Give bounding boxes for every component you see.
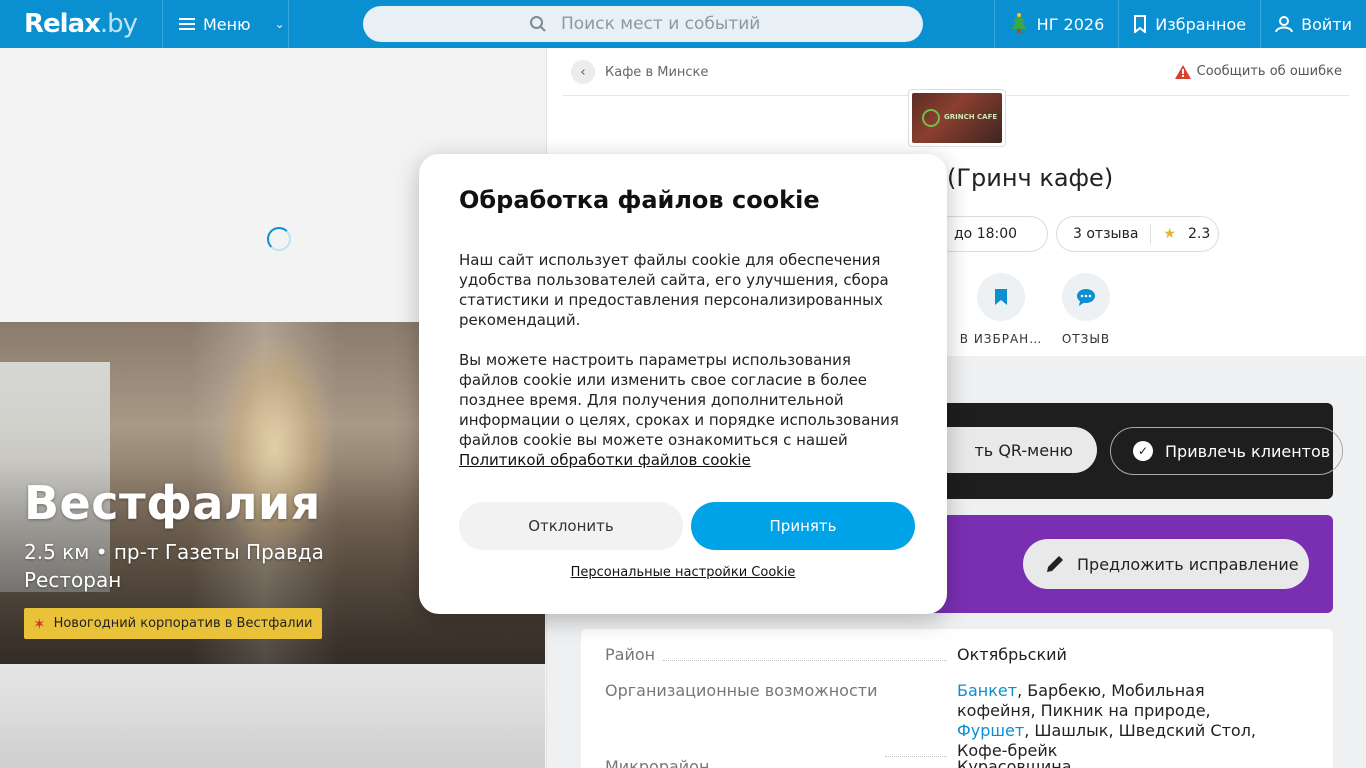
buffet-link[interactable]: Фуршет [957, 721, 1024, 740]
rating-value: 2.3 [1187, 226, 1211, 242]
new-year-label: НГ 2026 [1036, 14, 1105, 34]
divider [1150, 224, 1152, 244]
place-logo-text: GRINCH CAFE [944, 113, 998, 121]
favorites-link[interactable]: Избранное [1118, 0, 1260, 48]
accept-button[interactable]: Принять [691, 502, 915, 550]
pencil-icon [1047, 556, 1063, 572]
reviews-chip[interactable]: 3 отзыва ★ 2.3 [1056, 216, 1219, 252]
cookie-paragraph-2: Вы можете настроить параметры использова… [459, 350, 907, 470]
chat-icon [1077, 289, 1095, 306]
check-icon: ✓ [1133, 441, 1153, 461]
hours-label: до 18:00 [954, 226, 1018, 242]
place-logo[interactable]: GRINCH CAFE [908, 89, 1006, 147]
header-actions: НГ 2026 Избранное Войти [993, 0, 1366, 48]
cookie-policy-link[interactable]: Политикой обработки файлов cookie [459, 451, 751, 469]
info-value: Банкет, Барбекю, Мобильная кофейня, Пикн… [957, 681, 1277, 761]
breadcrumb-label[interactable]: Кафе в Минске [605, 65, 708, 80]
hamburger-icon [179, 18, 195, 30]
search-input[interactable]: Поиск мест и событий [363, 6, 923, 42]
chevron-down-icon: ⌄ [274, 17, 285, 31]
cookie-dialog: Обработка файлов cookie Наш сайт использ… [419, 154, 947, 614]
add-to-favorites-button[interactable]: В ИЗБРАН… [956, 273, 1046, 346]
report-error-link[interactable]: Сообщить об ошибке [1174, 64, 1342, 79]
info-key-label: Организационные возможности [605, 681, 878, 700]
breadcrumb[interactable]: ‹ Кафе в Минске [571, 60, 708, 84]
personal-cookie-settings-link[interactable]: Персональные настройки Cookie [419, 565, 947, 580]
logo-suffix: .by [99, 9, 138, 39]
loading-spinner-icon [267, 227, 291, 251]
attract-label: Привлечь клиентов [1165, 441, 1331, 461]
search-icon [530, 16, 546, 32]
favorites-label: Избранное [1155, 14, 1247, 34]
decline-button[interactable]: Отклонить [459, 502, 683, 550]
chevron-left-icon[interactable]: ‹ [571, 60, 595, 84]
leader-dots [885, 681, 947, 757]
top-header: Relax .by Меню ⌄ Поиск мест и событий НГ … [0, 0, 1366, 48]
new-year-link[interactable]: НГ 2026 [993, 0, 1119, 48]
qr-menu-label: ть QR-меню [974, 440, 1073, 460]
banquet-link[interactable]: Банкет [957, 681, 1017, 700]
promo-subtitle: 2.5 км • пр-т Газеты Правда [24, 540, 324, 564]
action-circle [1062, 273, 1110, 321]
place-title: (Гринч кафе) [947, 164, 1114, 192]
info-row-district: Район Октябрьский [605, 645, 1311, 665]
login-label: Войти [1301, 14, 1352, 34]
info-row-org: Организационные возможности Банкет, Барб… [605, 681, 1311, 761]
place-logo-image: GRINCH CAFE [912, 93, 1002, 143]
action-label: В ИЗБРАН… [959, 332, 1043, 346]
attract-clients-button[interactable]: ✓ Привлечь клиентов [1110, 427, 1343, 475]
promo-type: Ресторан [24, 568, 122, 592]
christmas-tree-icon [1010, 13, 1027, 33]
next-card-preview[interactable] [0, 664, 545, 768]
info-card: Район Октябрьский Организационные возмож… [581, 629, 1333, 768]
logo-main: Relax [24, 9, 101, 39]
login-link[interactable]: Войти [1260, 0, 1366, 48]
menu-label: Меню [203, 14, 251, 34]
star-icon: ★ [1163, 226, 1176, 242]
action-circle [977, 273, 1025, 321]
info-key-label: Микрорайон [605, 757, 710, 768]
menu-button[interactable]: Меню ⌄ [163, 0, 289, 48]
star-icon: ✶ [33, 614, 46, 633]
bookmark-icon [1134, 15, 1147, 33]
promo-name: Вестфалия [24, 476, 321, 530]
promo-badge-label: Новогодний корпоратив в Вестфалии [53, 616, 313, 631]
report-label: Сообщить об ошибке [1196, 64, 1342, 79]
suggest-edit-button[interactable]: Предложить исправление [1023, 539, 1309, 589]
cookie-paragraph-1: Наш сайт использует файлы cookie для обе… [459, 251, 889, 329]
site-logo[interactable]: Relax .by [0, 0, 163, 48]
action-label: ОТЗЫВ [1061, 332, 1111, 346]
promo-badge[interactable]: ✶ Новогодний корпоратив в Вестфалии [24, 608, 322, 639]
bookmark-icon [995, 289, 1007, 305]
info-key: Район [605, 645, 957, 665]
info-key-label: Район [605, 645, 656, 664]
info-value: Курасовщина [957, 757, 1072, 768]
info-key: Организационные возможности [605, 681, 957, 761]
info-value: Октябрьский [957, 645, 1067, 664]
cookie-dialog-title: Обработка файлов cookie [459, 186, 820, 214]
info-row-microdistrict: Микрорайон Курасовщина [605, 757, 1311, 768]
search-placeholder: Поиск мест и событий [561, 14, 761, 34]
cookie-paragraph-2-text: Вы можете настроить параметры использова… [459, 351, 899, 449]
warning-icon [1174, 64, 1191, 79]
info-key: Микрорайон [605, 757, 957, 768]
write-review-button[interactable]: ОТЗЫВ [1041, 273, 1131, 346]
user-icon [1275, 16, 1294, 33]
reviews-label: 3 отзыва [1073, 226, 1139, 242]
suggest-label: Предложить исправление [1077, 554, 1299, 574]
leaf-logo-icon [922, 109, 940, 127]
leader-dots [663, 645, 947, 661]
